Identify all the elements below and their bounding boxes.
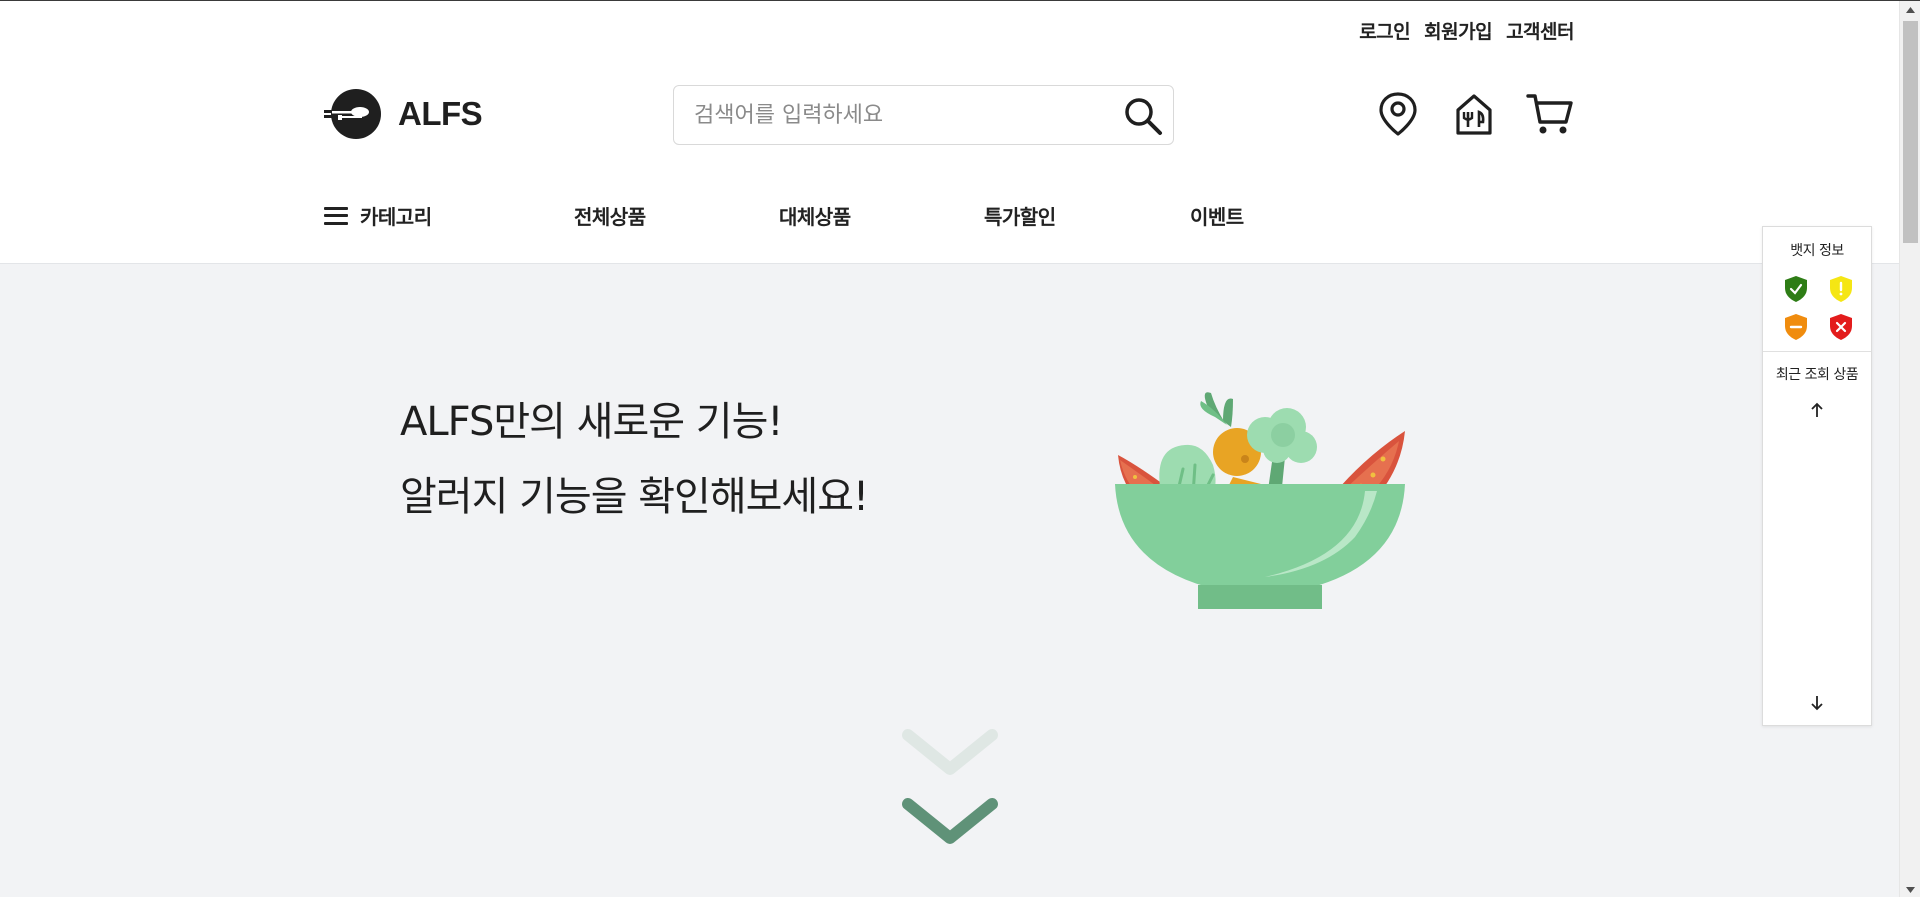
arrow-down-icon: [1811, 696, 1823, 711]
scroll-down-arrow[interactable]: [1900, 881, 1920, 897]
recent-products-title: 최근 조회 상품: [1775, 367, 1859, 383]
nav-item-special-discount[interactable]: 특가할인: [984, 201, 1056, 230]
salad-bowl-illustration: [1115, 392, 1405, 609]
search-icon: [1125, 98, 1162, 135]
cart-icon: [1526, 94, 1573, 134]
triangle-up-icon: [1906, 6, 1915, 13]
location-button[interactable]: [1374, 89, 1422, 139]
triangle-down-icon: [1906, 886, 1915, 893]
nav-item-alternative-products[interactable]: 대체상품: [779, 201, 851, 230]
restaurant-button[interactable]: [1450, 89, 1498, 139]
utility-links: 로그인 회원가입 고객센터: [1359, 17, 1574, 44]
search-input[interactable]: [694, 98, 1094, 132]
search-button[interactable]: [1121, 94, 1165, 138]
recent-scroll-up-button[interactable]: [1806, 399, 1828, 421]
menu-icon: [324, 206, 348, 225]
scroll-down-hint-icon-light: [902, 729, 998, 775]
logo[interactable]: ALFS: [324, 88, 483, 140]
shield-minus-icon: [1785, 314, 1807, 340]
vertical-scrollbar[interactable]: [1899, 1, 1920, 897]
signup-link[interactable]: 회원가입: [1424, 17, 1492, 44]
shield-check-icon: [1785, 276, 1807, 302]
header-icons: [1374, 89, 1574, 139]
nav-item-all-products[interactable]: 전체상품: [574, 201, 646, 230]
shield-exclamation-icon: [1830, 276, 1852, 302]
hero-banner: ALFS만의 새로운 기능! 알러지 기능을 확인해보세요!: [0, 264, 1899, 897]
scroll-up-arrow[interactable]: [1900, 1, 1920, 18]
hero-subheadline: 알러지 기능을 확인해보세요!: [400, 474, 869, 520]
cart-button[interactable]: [1526, 89, 1574, 139]
location-pin-icon: [1379, 92, 1417, 136]
search-box: [673, 85, 1174, 145]
page: 로그인 회원가입 고객센터 ALFS 검색어를 입력하세요 카테고리 전체상품 …: [0, 1, 1899, 897]
scroll-down-hint-icon[interactable]: [900, 796, 1000, 852]
scrollbar-thumb[interactable]: [1903, 21, 1918, 243]
main-nav: 카테고리 전체상품 대체상품 특가할인 이벤트: [324, 201, 1324, 235]
side-panel-divider: [1763, 351, 1871, 352]
logo-text: ALFS: [398, 95, 483, 132]
badge-info-title: 뱃지 정보: [1790, 243, 1844, 259]
logo-icon: [324, 89, 381, 139]
arrow-up-icon: [1811, 402, 1823, 417]
nav-category[interactable]: 카테고리: [324, 201, 432, 230]
hero-headline: ALFS만의 새로운 기능!: [400, 399, 783, 445]
login-link[interactable]: 로그인: [1359, 17, 1410, 44]
nav-item-event[interactable]: 이벤트: [1190, 201, 1244, 230]
customer-center-link[interactable]: 고객센터: [1506, 17, 1574, 44]
restaurant-store-icon: [1456, 94, 1492, 135]
recent-scroll-down-button[interactable]: [1806, 692, 1828, 714]
shield-x-icon: [1830, 314, 1852, 340]
side-panel: 뱃지 정보 최근 조회 상품: [1762, 226, 1872, 726]
nav-category-label: 카테고리: [360, 205, 432, 229]
